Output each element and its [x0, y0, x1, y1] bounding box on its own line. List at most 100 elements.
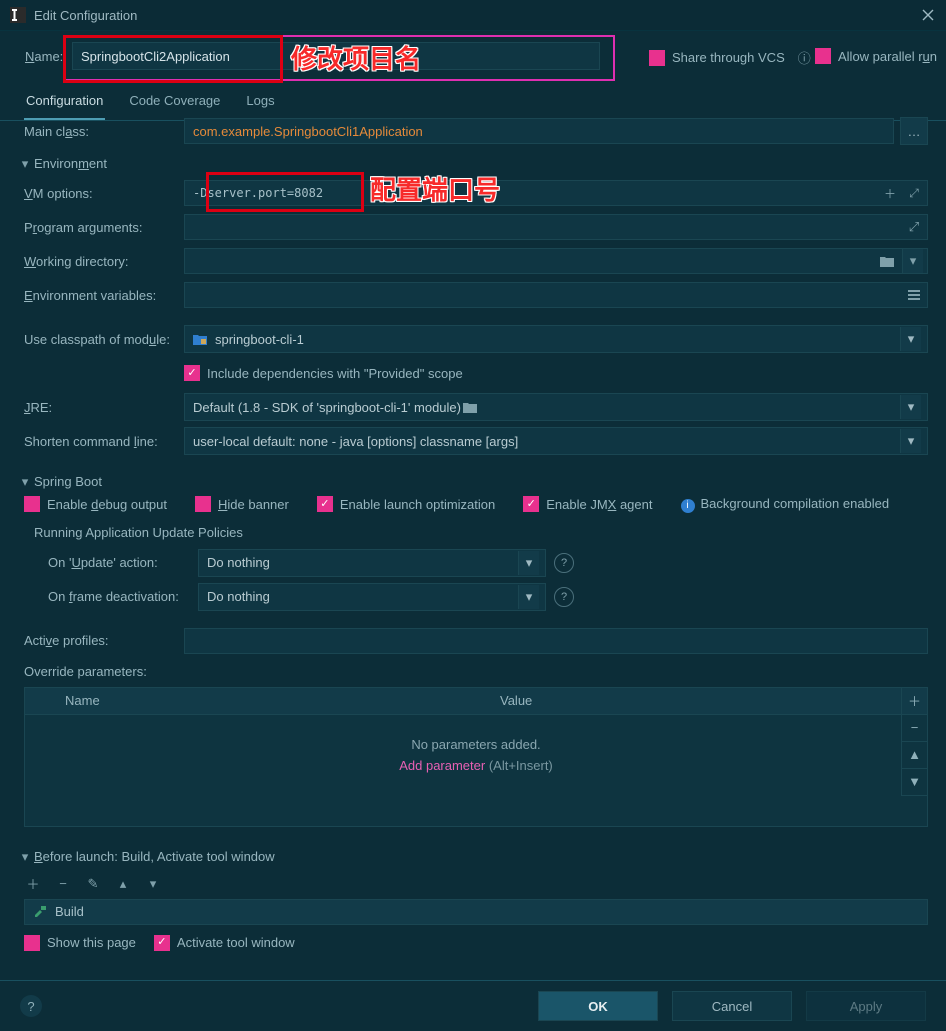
chevron-down-icon: ▾ — [20, 156, 30, 172]
working-directory-label: Working directory: — [24, 254, 184, 269]
chevron-down-icon: ▾ — [20, 849, 30, 865]
expand-icon[interactable]: ⤢ — [905, 218, 923, 236]
spring-boot-section[interactable]: ▾Spring Boot — [20, 474, 928, 490]
main-class-browse-button[interactable]: … — [900, 117, 928, 145]
add-button[interactable]: ＋ — [24, 875, 42, 893]
ok-button[interactable]: OK — [538, 991, 658, 1021]
table-empty: No parameters added. Add parameter (Alt+… — [25, 715, 927, 773]
active-profiles-label: Active profiles: — [24, 633, 184, 648]
on-update-row: On 'Update' action: Do nothing▾ ? — [24, 546, 928, 580]
add-button[interactable]: ＋ — [901, 688, 927, 715]
before-launch-toolbar: ＋ − ✎ ▴ ▾ — [24, 869, 928, 899]
on-frame-dropdown[interactable]: Do nothing▾ — [198, 583, 546, 611]
override-params-label: Override parameters: — [24, 664, 928, 679]
apply-button[interactable]: Apply — [806, 991, 926, 1021]
insert-macro-icon[interactable]: ＋ — [881, 184, 899, 202]
remove-button[interactable]: − — [54, 875, 72, 893]
override-params-table: Name Value No parameters added. Add para… — [24, 687, 928, 827]
include-provided-row: Include dependencies with "Provided" sco… — [24, 356, 928, 390]
shorten-cmdline-dropdown[interactable]: user-local default: none - java [options… — [184, 427, 928, 455]
jre-label: JRE: — [24, 400, 184, 415]
active-profiles-row: Active profiles: — [24, 624, 928, 658]
move-up-button[interactable]: ▴ — [114, 875, 132, 893]
spring-boot-options: Enable debug output Hide banner Enable l… — [24, 496, 928, 513]
chevron-down-icon: ▾ — [518, 585, 539, 609]
program-arguments-row: Program arguments: ⤢ — [24, 210, 928, 244]
close-icon[interactable] — [920, 7, 936, 23]
col-name: Name — [57, 693, 492, 708]
before-launch-area: ▾Before launch: Build, Activate tool win… — [24, 849, 928, 951]
on-frame-label: On frame deactivation: — [48, 589, 198, 604]
environment-variables-field[interactable] — [184, 282, 928, 308]
before-launch-list[interactable]: Build — [24, 899, 928, 925]
bg-compile-info: iBackground compilation enabled — [681, 496, 890, 513]
edit-configuration-dialog: Edit Configuration Name: 修改项目名 Share thr… — [0, 0, 946, 1031]
top-row: Name: 修改项目名 Share through VCS ⓘ Allow pa… — [0, 31, 946, 81]
program-arguments-field[interactable]: ⤢ — [184, 214, 928, 240]
classpath-module-dropdown[interactable]: springboot-cli-1 ▾ — [184, 325, 928, 353]
environment-variables-label: Environment variables: — [24, 288, 184, 303]
hammer-icon — [33, 905, 47, 919]
allow-parallel-run-checkbox[interactable]: Allow parallel run — [815, 48, 937, 64]
before-launch-section[interactable]: ▾Before launch: Build, Activate tool win… — [20, 849, 928, 865]
folder-icon[interactable] — [878, 252, 896, 270]
move-down-button[interactable]: ▾ — [144, 875, 162, 893]
shorten-cmdline-row: Shorten command line: user-local default… — [24, 424, 928, 458]
help-button[interactable]: ? — [20, 995, 42, 1017]
before-launch-opts: Show this page Activate tool window — [24, 935, 928, 951]
enable-debug-checkbox[interactable]: Enable debug output — [24, 496, 167, 512]
table-side-buttons: ＋ − ▲ ▼ — [901, 688, 927, 796]
dialog-title: Edit Configuration — [34, 8, 920, 23]
classpath-module-label: Use classpath of module: — [24, 332, 184, 347]
activate-tool-window-checkbox[interactable]: Activate tool window — [154, 935, 295, 951]
add-parameter-link[interactable]: Add parameter — [399, 758, 485, 773]
remove-button[interactable]: − — [901, 715, 927, 742]
main-class-field[interactable]: com.example.SpringbootCli1Application — [184, 118, 894, 144]
expand-icon[interactable]: ⤢ — [905, 184, 923, 202]
show-this-page-checkbox[interactable]: Show this page — [24, 935, 136, 951]
classpath-module-row: Use classpath of module: springboot-cli-… — [24, 322, 928, 356]
folder-icon[interactable] — [461, 398, 479, 416]
vm-options-row: VM options: -Dserver.port=8082 ＋ ⤢ 配置端口号 — [24, 176, 928, 210]
active-profiles-field[interactable] — [184, 628, 928, 654]
on-update-label: On 'Update' action: — [48, 555, 198, 570]
working-directory-field[interactable]: ▾ — [184, 248, 928, 274]
cancel-button[interactable]: Cancel — [672, 991, 792, 1021]
checkbox-box — [649, 50, 665, 66]
table-header: Name Value — [25, 688, 927, 715]
program-arguments-label: Program arguments: — [24, 220, 184, 235]
help-icon[interactable]: ? — [554, 553, 574, 573]
annotation-name-text: 修改项目名 — [291, 39, 421, 76]
col-value: Value — [492, 693, 927, 708]
move-down-button[interactable]: ▼ — [901, 769, 927, 796]
chevron-down-icon: ▾ — [900, 395, 921, 419]
enable-jmx-checkbox[interactable]: Enable JMX agent — [523, 496, 652, 512]
annotation-vm-text: 配置端口号 — [370, 170, 500, 207]
on-frame-row: On frame deactivation: Do nothing▾ ? — [24, 580, 928, 614]
checkbox-box — [815, 48, 831, 64]
name-label: Name: — [25, 49, 63, 64]
chevron-down-icon[interactable]: ▾ — [902, 249, 923, 273]
intellij-icon — [10, 7, 26, 23]
help-icon[interactable]: ? — [554, 587, 574, 607]
vm-options-label: VM options: — [24, 186, 184, 201]
enable-launch-opt-checkbox[interactable]: Enable launch optimization — [317, 496, 495, 512]
dialog-footer: ? OK Cancel Apply — [0, 980, 946, 1031]
help-icon[interactable]: ⓘ — [798, 48, 811, 67]
share-through-vcs-checkbox[interactable]: Share through VCS ⓘ — [649, 48, 811, 67]
chevron-down-icon: ▾ — [900, 429, 921, 453]
chevron-down-icon: ▾ — [518, 551, 539, 575]
on-update-dropdown[interactable]: Do nothing▾ — [198, 549, 546, 577]
include-provided-checkbox[interactable]: Include dependencies with "Provided" sco… — [184, 365, 463, 381]
chevron-down-icon: ▾ — [900, 327, 921, 351]
hide-banner-checkbox[interactable]: Hide banner — [195, 496, 289, 512]
list-icon[interactable] — [905, 286, 923, 304]
chevron-down-icon: ▾ — [20, 474, 30, 490]
module-icon — [193, 333, 207, 345]
vm-options-field[interactable]: -Dserver.port=8082 ＋ ⤢ — [184, 180, 928, 206]
edit-button[interactable]: ✎ — [84, 875, 102, 893]
move-up-button[interactable]: ▲ — [901, 742, 927, 769]
running-app-policies-label: Running Application Update Policies — [34, 525, 928, 540]
jre-dropdown[interactable]: Default (1.8 - SDK of 'springboot-cli-1'… — [184, 393, 928, 421]
titlebar: Edit Configuration — [0, 0, 946, 31]
